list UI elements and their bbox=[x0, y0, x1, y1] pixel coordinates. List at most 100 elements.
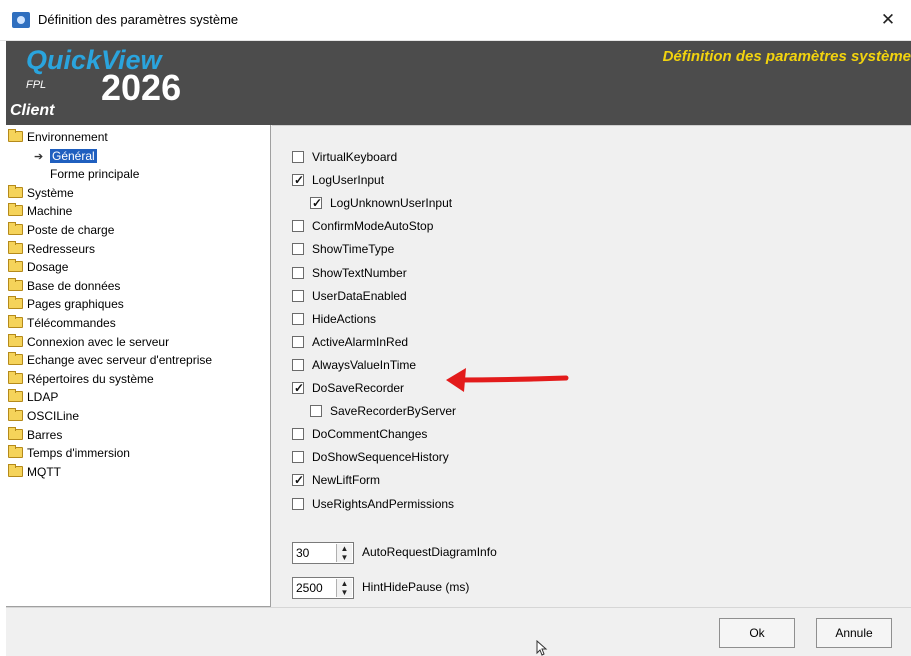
logo-fpl: FPL bbox=[26, 79, 47, 91]
setting-checkbox-row[interactable]: ConfirmModeAutoStop bbox=[292, 217, 433, 235]
tree-item-folder[interactable]: Base de données bbox=[8, 277, 120, 295]
spinner-label: AutoRequestDiagramInfo bbox=[362, 545, 497, 559]
setting-checkbox-row[interactable]: HideActions bbox=[292, 310, 376, 328]
checkbox-label: LogUserInput bbox=[312, 173, 385, 188]
tree-item-label: Général bbox=[50, 148, 97, 163]
checkbox-label: LogUnknownUserInput bbox=[330, 196, 453, 211]
setting-checkbox-row[interactable]: NewLiftForm bbox=[292, 471, 380, 489]
dialog-footer: Ok Annule bbox=[6, 607, 911, 656]
checkbox-label: ShowTextNumber bbox=[312, 265, 407, 280]
settings-tree[interactable]: Environnement ➔ Général Forme principale Sys… bbox=[6, 125, 271, 607]
tree-item-forme-principale[interactable]: Forme principale bbox=[34, 165, 139, 183]
tree-item-folder[interactable]: Dosage bbox=[8, 258, 68, 276]
setting-checkbox-row[interactable]: SaveRecorderByServer bbox=[310, 402, 456, 420]
folder-icon bbox=[8, 222, 23, 235]
folder-icon bbox=[8, 389, 23, 403]
arrow-right-icon: ➔ bbox=[34, 150, 44, 163]
setting-checkbox-row[interactable]: ShowTextNumber bbox=[292, 264, 407, 282]
checkbox[interactable] bbox=[292, 335, 304, 348]
tree-item-label: Poste de charge bbox=[27, 223, 115, 237]
window-title: Définition des paramètres système bbox=[38, 12, 239, 27]
setting-checkbox-row[interactable]: ActiveAlarmInRed bbox=[292, 333, 408, 351]
window-titlebar: Définition des paramètres système ✕ bbox=[0, 0, 911, 41]
folder-icon bbox=[8, 203, 23, 217]
tree-item-folder[interactable]: LDAP bbox=[8, 388, 58, 406]
checkbox[interactable] bbox=[292, 151, 304, 163]
setting-checkbox-row[interactable]: DoShowSequenceHistory bbox=[292, 448, 449, 466]
tree-item-folder[interactable]: Temps d'immersion bbox=[8, 444, 130, 462]
tree-item-folder[interactable]: Echange avec serveur d'entreprise bbox=[8, 351, 212, 369]
setting-checkbox-row[interactable]: VirtualKeyboard bbox=[292, 148, 397, 166]
tree-item-folder[interactable]: Télécommandes bbox=[8, 314, 116, 332]
tree-item-folder[interactable]: Répertoires du système bbox=[8, 370, 154, 388]
folder-icon bbox=[8, 333, 23, 347]
tree-item-folder[interactable]: OSCILine bbox=[8, 407, 79, 425]
setting-checkbox-row[interactable]: DoCommentChanges bbox=[292, 425, 427, 443]
checkbox[interactable] bbox=[292, 379, 304, 397]
checkbox[interactable] bbox=[292, 289, 304, 302]
setting-checkbox-row[interactable]: AlwaysValueInTime bbox=[292, 356, 416, 374]
tree-item-label: OSCILine bbox=[27, 409, 80, 423]
folder-icon bbox=[8, 426, 23, 440]
checkbox[interactable] bbox=[292, 428, 304, 441]
folder-icon bbox=[8, 277, 23, 291]
tree-item-folder[interactable]: Pages graphiques bbox=[8, 295, 124, 313]
tree-item-label: Temps d'immersion bbox=[27, 446, 130, 461]
checkbox-label: UseRightsAndPermissions bbox=[312, 496, 455, 511]
settings-panel: VirtualKeyboard LogUserInput LogUnknownUse… bbox=[272, 125, 911, 607]
tree-item-label: Base de données bbox=[27, 278, 121, 293]
checkbox-label: ActiveAlarmInRed bbox=[312, 334, 409, 349]
checkbox[interactable] bbox=[292, 220, 304, 233]
setting-checkbox-row[interactable]: LogUserInput bbox=[292, 171, 384, 189]
ok-button[interactable]: Ok bbox=[719, 618, 795, 648]
tree-item-folder[interactable]: Machine bbox=[8, 202, 72, 220]
tree-item-label: Système bbox=[27, 185, 74, 200]
checkbox[interactable] bbox=[292, 471, 304, 489]
checkbox-label: VirtualKeyboard bbox=[312, 150, 398, 164]
tree-item-folder[interactable]: Barres bbox=[8, 426, 62, 444]
checkbox[interactable] bbox=[292, 358, 304, 371]
setting-checkbox-row[interactable]: DoSaveRecorder bbox=[292, 379, 404, 397]
tree-item-folder[interactable]: Système bbox=[8, 184, 74, 202]
tree-item-folder[interactable]: Redresseurs bbox=[8, 240, 95, 258]
spinner-arrows-icon[interactable]: ▲ ▼ bbox=[336, 543, 352, 562]
setting-checkbox-row[interactable]: LogUnknownUserInput bbox=[310, 194, 452, 212]
checkbox-label: ShowTimeType bbox=[312, 242, 395, 257]
tree-item-label: Machine bbox=[27, 204, 73, 219]
tree-item-label: Forme principale bbox=[50, 167, 140, 182]
checkbox[interactable] bbox=[292, 243, 304, 256]
tree-item-folder[interactable]: MQTT bbox=[8, 463, 61, 481]
checkbox[interactable] bbox=[292, 497, 304, 510]
spinner-value[interactable]: 2500 bbox=[296, 578, 323, 598]
setting-checkbox-row[interactable]: UseRightsAndPermissions bbox=[292, 495, 454, 513]
folder-icon bbox=[8, 259, 23, 273]
checkbox[interactable] bbox=[292, 171, 304, 189]
tree-item-folder[interactable]: Poste de charge bbox=[8, 221, 114, 239]
number-spinner[interactable]: 30 ▲ ▼ bbox=[292, 541, 354, 564]
checkbox[interactable] bbox=[292, 312, 304, 325]
logo-client: Client bbox=[10, 102, 55, 119]
spinner-value[interactable]: 30 bbox=[296, 543, 309, 563]
checkbox[interactable] bbox=[310, 194, 322, 212]
tree-item-folder[interactable]: Connexion avec le serveur bbox=[8, 333, 169, 351]
header-title: Définition des paramètres système bbox=[662, 48, 911, 65]
setting-checkbox-row[interactable]: ShowTimeType bbox=[292, 240, 394, 258]
mouse-cursor-icon bbox=[536, 640, 548, 656]
tree-item-environnement[interactable]: Environnement bbox=[8, 128, 108, 146]
tree-item-general[interactable]: ➔ Général bbox=[34, 147, 97, 165]
checkbox[interactable] bbox=[292, 451, 304, 464]
folder-icon bbox=[8, 240, 23, 254]
spinner-arrows-icon[interactable]: ▲ ▼ bbox=[336, 578, 352, 597]
number-spinner[interactable]: 2500 ▲ ▼ bbox=[292, 576, 354, 599]
setting-checkbox-row[interactable]: UserDataEnabled bbox=[292, 287, 407, 305]
logo-year: 2026 bbox=[101, 67, 182, 108]
checkbox[interactable] bbox=[310, 405, 322, 418]
cancel-button[interactable]: Annule bbox=[816, 618, 892, 648]
checkbox-label: ConfirmModeAutoStop bbox=[312, 219, 434, 234]
close-icon[interactable]: ✕ bbox=[865, 0, 911, 41]
tree-item-label: Environnement bbox=[27, 130, 108, 144]
checkbox[interactable] bbox=[292, 266, 304, 279]
checkbox-label: SaveRecorderByServer bbox=[330, 404, 457, 419]
checkbox-label: AlwaysValueInTime bbox=[312, 357, 417, 372]
tree-item-label: Barres bbox=[27, 427, 63, 442]
